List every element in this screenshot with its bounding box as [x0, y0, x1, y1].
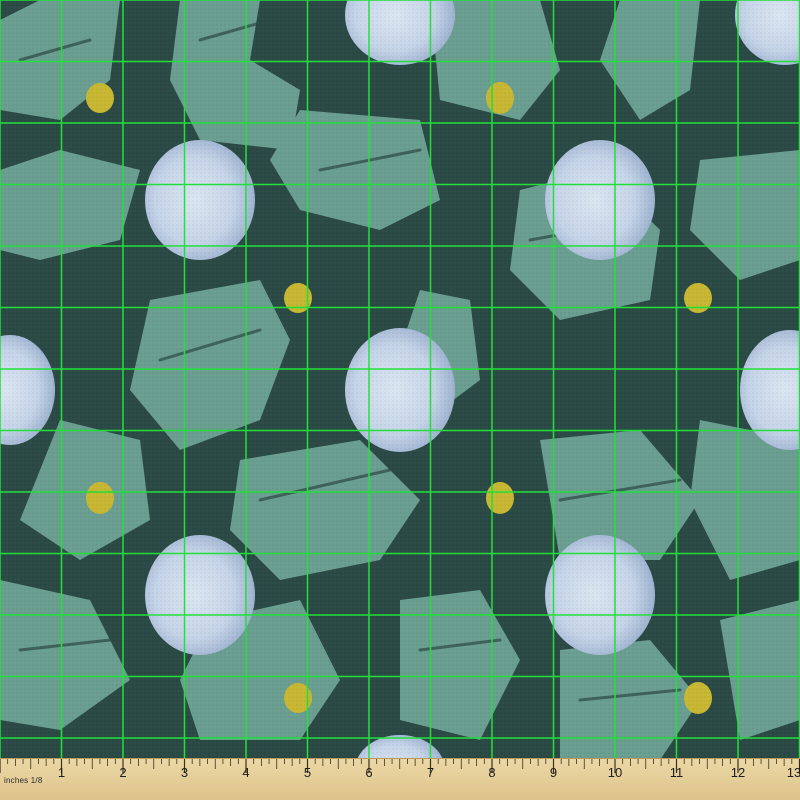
ruler-number: 9 — [549, 765, 558, 780]
ruler-number: 1 — [57, 765, 66, 780]
ruler-number: 5 — [303, 765, 312, 780]
ruler-number: 12 — [730, 765, 746, 780]
ruler-number: 10 — [607, 765, 623, 780]
fabric-swatch-view: inches 1/8 1 2 3 4 5 6 7 8 9 10 11 12 13 — [0, 0, 800, 800]
ruler-number: 7 — [426, 765, 435, 780]
ruler-number: 4 — [242, 765, 250, 780]
ruler-number: 8 — [488, 765, 496, 780]
ruler-number: 13 — [786, 765, 800, 780]
ruler: inches 1/8 1 2 3 4 5 6 7 8 9 10 11 12 13 — [0, 758, 800, 800]
ruler-number: 2 — [119, 765, 127, 780]
ruler-number: 3 — [180, 765, 189, 780]
ruler-unit-label: inches 1/8 — [4, 776, 43, 785]
fabric-pattern — [0, 0, 800, 800]
weave-texture — [0, 0, 800, 800]
ruler-number: 6 — [365, 765, 373, 780]
ruler-number: 11 — [669, 765, 684, 780]
